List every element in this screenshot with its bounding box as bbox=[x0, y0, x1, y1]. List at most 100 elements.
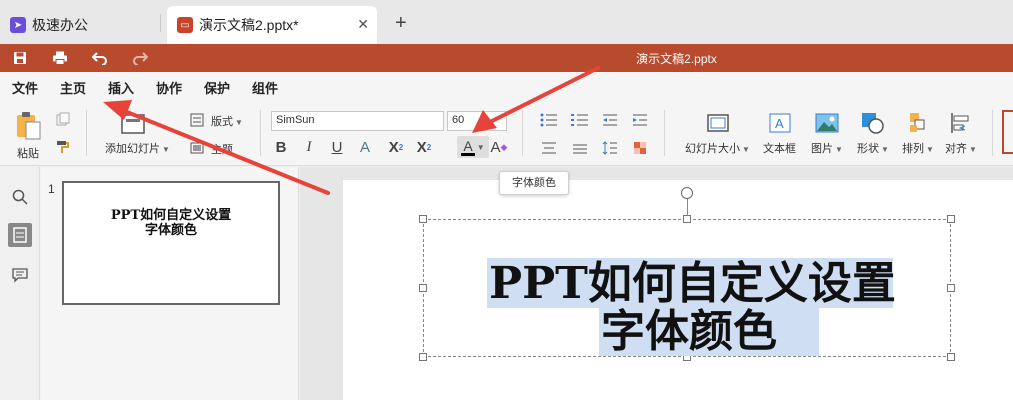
resize-handle[interactable] bbox=[947, 284, 955, 292]
close-icon[interactable]: ✕ bbox=[357, 16, 369, 33]
chevron-down-icon: ▼ bbox=[742, 145, 750, 154]
slide-title-line-1[interactable]: PPT如何自定义设置 bbox=[489, 258, 896, 310]
font-size-select[interactable]: 60 bbox=[447, 111, 507, 131]
highlight-button[interactable]: A ◆ bbox=[489, 138, 509, 156]
highlight-marker-icon: ◆ bbox=[500, 141, 508, 152]
menu-collaborate[interactable]: 协作 bbox=[156, 78, 182, 97]
comments-icon[interactable] bbox=[8, 263, 32, 287]
align-text-icon[interactable] bbox=[537, 140, 561, 156]
menu-protect[interactable]: 保护 bbox=[204, 78, 230, 97]
arrange-button[interactable]: 排列 ▼ bbox=[902, 140, 934, 156]
ribbon-separator bbox=[86, 110, 87, 156]
shape-icon bbox=[860, 112, 886, 134]
shape-fill-icon[interactable] bbox=[631, 140, 649, 156]
bold-button[interactable]: B bbox=[272, 138, 290, 156]
decrease-indent-icon[interactable] bbox=[601, 112, 619, 128]
ribbon-separator bbox=[260, 110, 261, 156]
subscript-button[interactable]: X2 bbox=[412, 138, 436, 156]
font-name-value: SimSun bbox=[276, 114, 315, 126]
svg-text:A: A bbox=[775, 116, 784, 131]
ribbon-separator bbox=[992, 110, 993, 156]
layout-label: 版式 bbox=[211, 116, 233, 128]
highlight-glyph: A bbox=[490, 138, 501, 156]
chevron-down-icon: ▼ bbox=[835, 145, 843, 154]
image-button[interactable]: 图片 ▼ bbox=[811, 140, 843, 156]
align-objects-label: 对齐 bbox=[945, 143, 967, 155]
add-slide-label[interactable]: 添加幻灯片 ▼ bbox=[105, 140, 170, 156]
resize-handle[interactable] bbox=[419, 284, 427, 292]
slide-thumbnail-text: PPT如何自定义设置 字体颜色 bbox=[64, 208, 278, 238]
paste-button[interactable] bbox=[12, 110, 44, 142]
font-name-select[interactable]: SimSun bbox=[271, 111, 444, 131]
font-size-value: 60 bbox=[452, 114, 465, 126]
tab-strip: ➤ 极速办公 ▭ 演示文稿2.pptx* ✕ + bbox=[0, 0, 1013, 44]
slides-panel-icon[interactable] bbox=[8, 223, 32, 247]
menu-components[interactable]: 组件 bbox=[252, 78, 278, 97]
resize-handle[interactable] bbox=[419, 215, 427, 223]
chevron-down-icon: ▼ bbox=[969, 145, 977, 154]
subscript-mark: 2 bbox=[426, 142, 432, 152]
title-bar: 演示文稿2.pptx bbox=[0, 44, 1013, 72]
numbered-list-icon[interactable] bbox=[568, 112, 592, 128]
font-color-button[interactable]: A ▼ bbox=[457, 136, 489, 158]
increase-indent-icon[interactable] bbox=[631, 112, 649, 128]
slide-title-line-2[interactable]: 字体颜色 bbox=[601, 306, 777, 358]
slide-size-label: 幻灯片大小 bbox=[685, 143, 740, 155]
slide-size-icon bbox=[705, 112, 731, 134]
search-icon[interactable] bbox=[8, 185, 32, 209]
strikethrough-button[interactable]: A bbox=[356, 138, 374, 156]
vertical-align-icon[interactable] bbox=[568, 140, 592, 156]
font-color-glyph: A bbox=[461, 137, 475, 156]
chevron-down-icon: ▼ bbox=[235, 118, 243, 127]
menu-insert[interactable]: 插入 bbox=[108, 78, 134, 97]
shape-label: 形状 bbox=[857, 143, 879, 155]
theme-icon bbox=[189, 140, 205, 156]
rocket-icon: ➤ bbox=[10, 17, 26, 33]
align-objects-icon bbox=[948, 112, 972, 134]
arrange-icon bbox=[905, 112, 929, 134]
slide-size-button[interactable]: 幻灯片大小 ▼ bbox=[685, 140, 750, 156]
arrange-label: 排列 bbox=[902, 143, 924, 155]
layout-button[interactable]: 版式 ▼ bbox=[211, 113, 243, 129]
layout-icon bbox=[189, 112, 205, 128]
menu-file[interactable]: 文件 bbox=[12, 78, 38, 97]
rotate-handle-stem bbox=[687, 199, 688, 215]
document-title: 演示文稿2.pptx bbox=[636, 52, 717, 66]
thumbnail-line-1: PPT如何自定义设置 bbox=[110, 208, 232, 223]
chevron-down-icon: ▼ bbox=[476, 142, 485, 152]
shape-button[interactable]: 形状 ▼ bbox=[857, 140, 889, 156]
line-spacing-icon[interactable] bbox=[601, 140, 619, 156]
ribbon-toolbar: 粘贴 添加幻灯片 ▼ 版式 ▼ 主题 SimSun 60 B I U A X2 X2… bbox=[0, 100, 1013, 166]
resize-handle[interactable] bbox=[947, 353, 955, 361]
copy-icon[interactable] bbox=[54, 110, 72, 128]
new-tab-button[interactable]: + bbox=[395, 12, 407, 35]
superscript-mark: 2 bbox=[398, 142, 404, 152]
tab-home-label: 极速办公 bbox=[32, 17, 88, 33]
add-slide-button[interactable] bbox=[120, 112, 146, 136]
ribbon-separator bbox=[664, 110, 665, 156]
resize-handle[interactable] bbox=[683, 215, 691, 223]
align-objects-button[interactable]: 对齐 ▼ bbox=[945, 140, 977, 156]
superscript-button[interactable]: X2 bbox=[384, 138, 408, 156]
textbox-button[interactable]: 文本框 bbox=[763, 140, 796, 156]
italic-button[interactable]: I bbox=[300, 138, 318, 156]
theme-button[interactable]: 主题 bbox=[211, 141, 233, 157]
underline-button[interactable]: U bbox=[328, 138, 346, 156]
tab-home[interactable]: ➤ 极速办公 bbox=[0, 6, 165, 44]
format-painter-icon[interactable] bbox=[54, 138, 72, 156]
tab-document[interactable]: ▭ 演示文稿2.pptx* ✕ bbox=[167, 6, 377, 44]
superscript-glyph: X bbox=[388, 138, 399, 156]
bullet-list-icon[interactable] bbox=[537, 112, 561, 128]
rotate-handle[interactable] bbox=[681, 187, 693, 199]
menu-home[interactable]: 主页 bbox=[60, 78, 87, 103]
menu-bar: 文件 主页 插入 协作 保护 组件 bbox=[0, 72, 1013, 103]
subscript-glyph: X bbox=[416, 138, 427, 156]
slide-thumbnail[interactable]: PPT如何自定义设置 字体颜色 bbox=[62, 181, 280, 305]
more-tools-button[interactable] bbox=[1002, 110, 1013, 154]
tab-separator bbox=[160, 14, 161, 32]
chevron-down-icon: ▼ bbox=[926, 145, 934, 154]
resize-handle[interactable] bbox=[419, 353, 427, 361]
tab-document-label: 演示文稿2.pptx* bbox=[199, 17, 299, 33]
image-label: 图片 bbox=[811, 143, 833, 155]
resize-handle[interactable] bbox=[947, 215, 955, 223]
